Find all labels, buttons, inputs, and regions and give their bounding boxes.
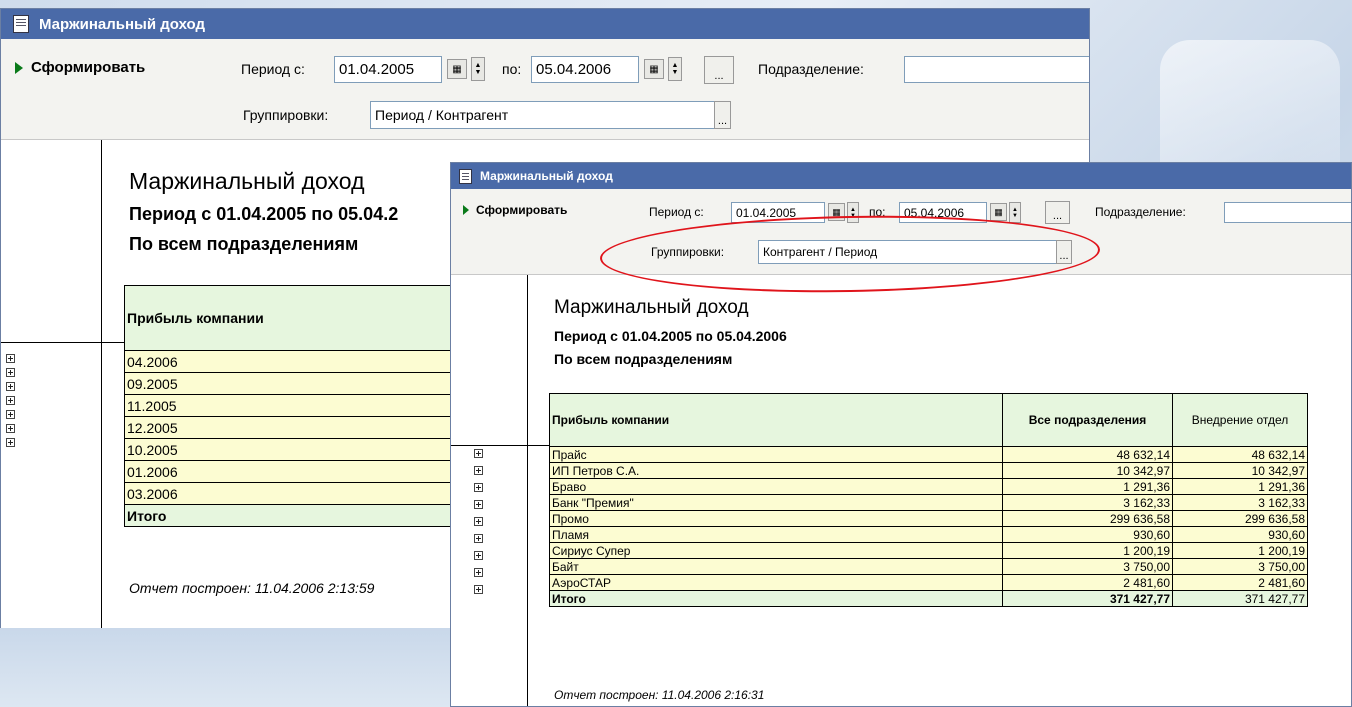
table-row[interactable]: Браво 1 291,36 1 291,36 xyxy=(549,478,1308,495)
table-row[interactable]: Прайс 48 632,14 48 632,14 xyxy=(549,446,1308,463)
expand-icon[interactable] xyxy=(474,551,483,560)
back-grouping-field[interactable]: Период / Контрагент xyxy=(370,101,715,129)
back-generate-button[interactable]: Сформировать xyxy=(15,59,145,76)
expand-icon[interactable] xyxy=(6,354,15,363)
back-titlebar: Маржинальный доход xyxy=(1,9,1089,39)
back-report-table: Прибыль компании 04.2006 09.2005 11.2005… xyxy=(124,285,464,527)
front-report-area: Маржинальный доход Период с 01.04.2005 п… xyxy=(451,275,1351,706)
report-icon xyxy=(13,15,29,33)
expand-icon[interactable] xyxy=(6,410,15,419)
front-period-from-label: Период с: xyxy=(649,205,704,219)
expand-icon[interactable] xyxy=(6,438,15,447)
expand-icon[interactable] xyxy=(474,585,483,594)
expand-icon[interactable] xyxy=(474,568,483,577)
expand-icon[interactable] xyxy=(474,449,483,458)
back-spin-to[interactable]: ▲ ▼ xyxy=(668,57,682,81)
back-period-to-label: по: xyxy=(502,61,522,77)
table-row[interactable]: 12.2005 xyxy=(124,416,464,439)
table-row[interactable]: 09.2005 xyxy=(124,372,464,395)
back-spin-from[interactable]: ▲ ▼ xyxy=(471,57,485,81)
table-row[interactable]: 11.2005 xyxy=(124,394,464,417)
table-row[interactable]: Банк "Премия" 3 162,33 3 162,33 xyxy=(549,494,1308,511)
back-report-footer: Отчет построен: 11.04.2006 2:13:59 xyxy=(129,580,375,596)
back-window-title: Маржинальный доход xyxy=(39,15,206,33)
table-row[interactable]: 01.2006 xyxy=(124,460,464,483)
table-row[interactable]: ИП Петров С.А. 10 342,97 10 342,97 xyxy=(549,462,1308,479)
front-titlebar: Маржинальный доход xyxy=(451,163,1351,189)
expand-icon[interactable] xyxy=(6,368,15,377)
back-report-period: Период с 01.04.2005 по 05.04.2 xyxy=(129,204,399,224)
table-row[interactable]: 03.2006 xyxy=(124,482,464,505)
front-report-period: Период с 01.04.2005 по 05.04.2006 xyxy=(554,328,787,344)
table-row[interactable]: 10.2005 xyxy=(124,438,464,461)
table-row[interactable]: Промо 299 636,58 299 636,58 xyxy=(549,510,1308,527)
back-grouping-select-button[interactable]: ... xyxy=(714,101,731,129)
front-report-table: Прибыль компании Все подразделения Внедр… xyxy=(549,393,1308,607)
expand-icon[interactable] xyxy=(474,466,483,475)
back-division-field[interactable] xyxy=(904,56,1089,83)
front-col-dept: Внедрение отдел xyxy=(1172,393,1308,447)
front-report-footer: Отчет построен: 11.04.2006 2:16:31 xyxy=(554,688,765,702)
back-period-to-field[interactable]: 05.04.2006 xyxy=(531,56,639,83)
front-spin-to[interactable]: ▲ ▼ xyxy=(1009,202,1021,223)
front-window-title: Маржинальный доход xyxy=(480,169,613,183)
background-band xyxy=(0,628,450,707)
back-period-from-label: Период с: xyxy=(241,61,305,77)
back-calendar-to-icon[interactable]: ▦ xyxy=(644,59,664,79)
table-row[interactable]: Байт 3 750,00 3 750,00 xyxy=(549,558,1308,575)
back-grouping-label: Группировки: xyxy=(243,107,329,123)
play-icon xyxy=(15,61,23,74)
front-gutter xyxy=(527,275,528,706)
front-col-name: Прибыль компании xyxy=(549,393,1003,447)
play-icon xyxy=(463,205,469,215)
back-division-label: Подразделение: xyxy=(758,61,864,77)
back-calendar-from-icon[interactable]: ▦ xyxy=(447,59,467,79)
front-division-field[interactable] xyxy=(1224,202,1351,223)
table-row[interactable]: АэроСТАР 2 481,60 2 481,60 xyxy=(549,574,1308,591)
back-table-header: Прибыль компании xyxy=(124,285,464,351)
front-calendar-to-icon[interactable]: ▦ xyxy=(990,203,1007,221)
expand-icon[interactable] xyxy=(6,382,15,391)
front-report-title: Маржинальный доход xyxy=(554,297,749,318)
expand-icon[interactable] xyxy=(474,534,483,543)
expand-icon[interactable] xyxy=(474,500,483,509)
front-header-divider xyxy=(451,445,551,446)
front-period-select-button[interactable]: ... xyxy=(1045,201,1070,224)
back-report-divisions: По всем подразделениям xyxy=(129,234,359,254)
back-gutter xyxy=(101,140,102,706)
back-report-title: Маржинальный доход xyxy=(129,168,365,194)
front-total-row: Итого 371 427,77 371 427,77 xyxy=(549,590,1308,607)
expand-icon[interactable] xyxy=(6,424,15,433)
front-col-all: Все подразделения xyxy=(1002,393,1173,447)
back-col-header: Прибыль компании xyxy=(124,285,464,351)
front-report-divisions: По всем подразделениям xyxy=(554,351,733,367)
table-row[interactable]: Сириус Супер 1 200,19 1 200,19 xyxy=(549,542,1308,559)
back-total-row: Итого xyxy=(124,504,464,527)
expand-icon[interactable] xyxy=(474,517,483,526)
back-period-from-field[interactable]: 01.04.2005 xyxy=(334,56,442,83)
back-toolbar: Сформировать Период с: 01.04.2005 ▦ ▲ ▼ п… xyxy=(1,39,1089,140)
report-icon xyxy=(459,168,472,184)
expand-icon[interactable] xyxy=(6,396,15,405)
back-header-divider xyxy=(1,342,125,343)
back-period-select-button[interactable]: ... xyxy=(704,56,734,84)
front-table-header: Прибыль компании Все подразделения Внедр… xyxy=(549,393,1308,447)
table-row[interactable]: 04.2006 xyxy=(124,350,464,373)
table-row[interactable]: Пламя 930,60 930,60 xyxy=(549,526,1308,543)
front-division-label: Подразделение: xyxy=(1095,205,1186,219)
expand-icon[interactable] xyxy=(474,483,483,492)
front-generate-button[interactable]: Сформировать xyxy=(463,203,567,217)
